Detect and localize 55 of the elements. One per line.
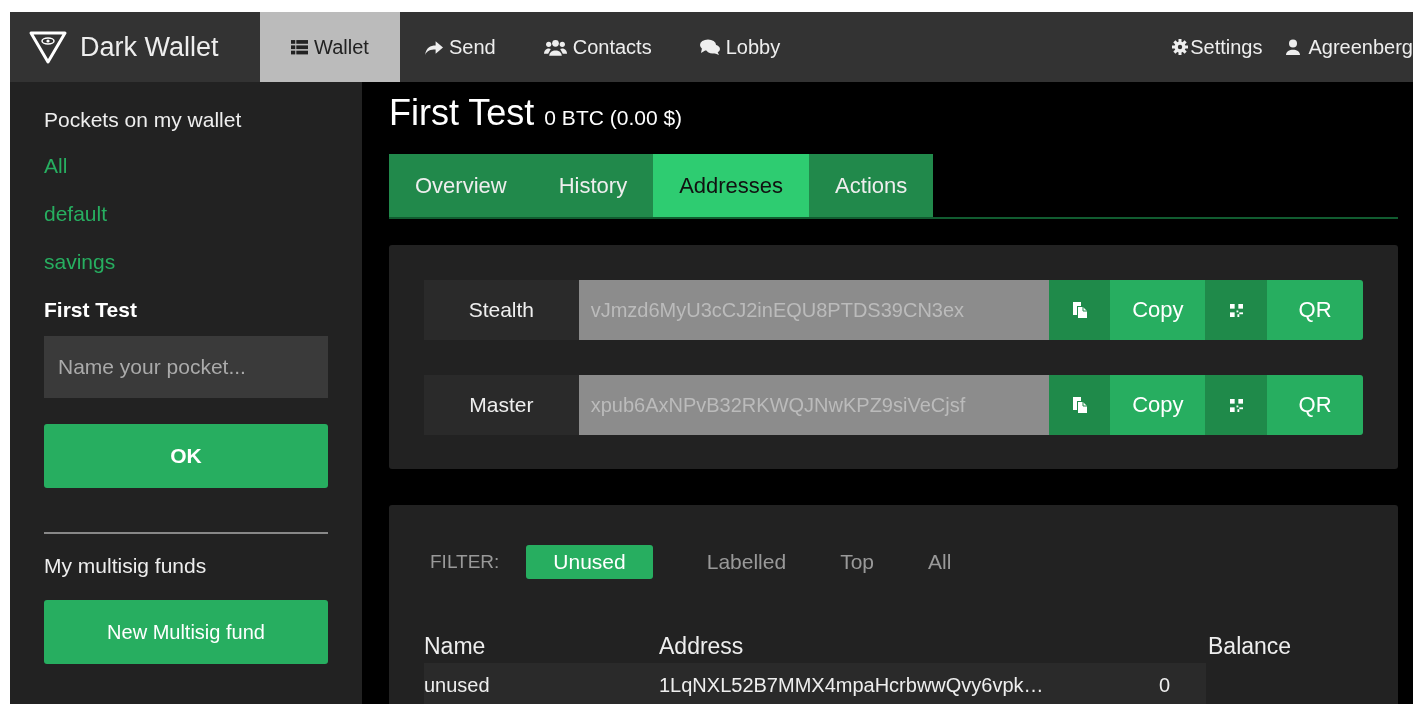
copy-icon <box>1072 397 1087 413</box>
column-header: Address <box>659 633 745 661</box>
filter-option[interactable]: Labelled <box>706 550 787 574</box>
triangle-eye-logo-icon <box>28 29 68 65</box>
multisig-heading: My multisig funds <box>44 554 207 578</box>
new-multisig-button[interactable]: New Multisig fund <box>44 600 328 664</box>
qr-code-icon <box>1229 398 1243 412</box>
key-label: Stealth <box>424 280 579 340</box>
user-icon <box>1286 39 1301 55</box>
table-cell-text: 0 <box>1159 673 1172 697</box>
tab[interactable]: Actions <box>809 154 934 217</box>
tab[interactable]: History <box>532 154 654 217</box>
pocket-balance: 0 BTC (0.00 $) <box>544 106 683 130</box>
pocket-link[interactable]: default <box>44 202 108 226</box>
tab[interactable]: Addresses <box>653 154 810 217</box>
chat-bubbles-icon <box>699 39 720 55</box>
pocket-link[interactable]: savings <box>44 250 116 274</box>
nav-link[interactable]: Agreenberg <box>1274 12 1413 82</box>
share-arrow-icon <box>424 39 443 55</box>
sidebar-heading: Pockets on my wallet <box>44 108 242 132</box>
filter-option[interactable]: Top <box>840 550 874 574</box>
nav-link[interactable]: Settings <box>1160 12 1275 82</box>
settings-icon <box>1172 39 1189 55</box>
filter-option[interactable]: All <box>928 550 952 574</box>
qr-button[interactable]: QR <box>1267 280 1363 340</box>
brand-name: Dark Wallet <box>80 31 219 63</box>
column-header: Balance <box>1208 633 1292 661</box>
table-cell-text: unused <box>424 673 491 697</box>
ok-button[interactable]: OK <box>44 424 328 488</box>
nav-tab[interactable]: Wallet <box>260 12 400 82</box>
filter-option[interactable]: Unused <box>526 545 653 579</box>
copy-icon-button[interactable] <box>1048 375 1111 435</box>
pocket-link[interactable]: All <box>44 154 68 178</box>
table-row[interactable]: unused 1LqNXL52B7MMX4mpaHcrbwwQvy6vpk… 0 <box>424 663 1206 704</box>
copy-icon <box>1072 302 1087 318</box>
filter-label: FILTER: <box>430 551 500 573</box>
table-cell-text: 1LqNXL52B7MMX4mpaHcrbwwQvy6vpk… <box>659 673 1045 697</box>
copy-button[interactable]: Copy <box>1110 280 1206 340</box>
qr-code-icon <box>1229 303 1243 317</box>
key-label: Master <box>424 375 579 435</box>
qr-button[interactable]: QR <box>1267 375 1363 435</box>
copy-icon-button[interactable] <box>1048 280 1111 340</box>
qr-icon-button[interactable] <box>1205 280 1268 340</box>
copy-button[interactable]: Copy <box>1110 375 1206 435</box>
tab[interactable]: Overview <box>389 154 533 217</box>
list-icon <box>291 39 309 55</box>
nav-tab[interactable]: Contacts <box>519 12 676 82</box>
pocket-name-field[interactable]: Name your pocket... <box>44 336 328 398</box>
pocket-link[interactable]: First Test <box>44 298 137 322</box>
nav-tab[interactable]: Send <box>400 12 520 82</box>
qr-icon-button[interactable] <box>1205 375 1268 435</box>
nav-tab[interactable]: Lobby <box>675 12 805 82</box>
pocket-title: First Test <box>389 92 535 134</box>
column-header: Name <box>424 633 487 661</box>
users-icon <box>543 38 567 56</box>
